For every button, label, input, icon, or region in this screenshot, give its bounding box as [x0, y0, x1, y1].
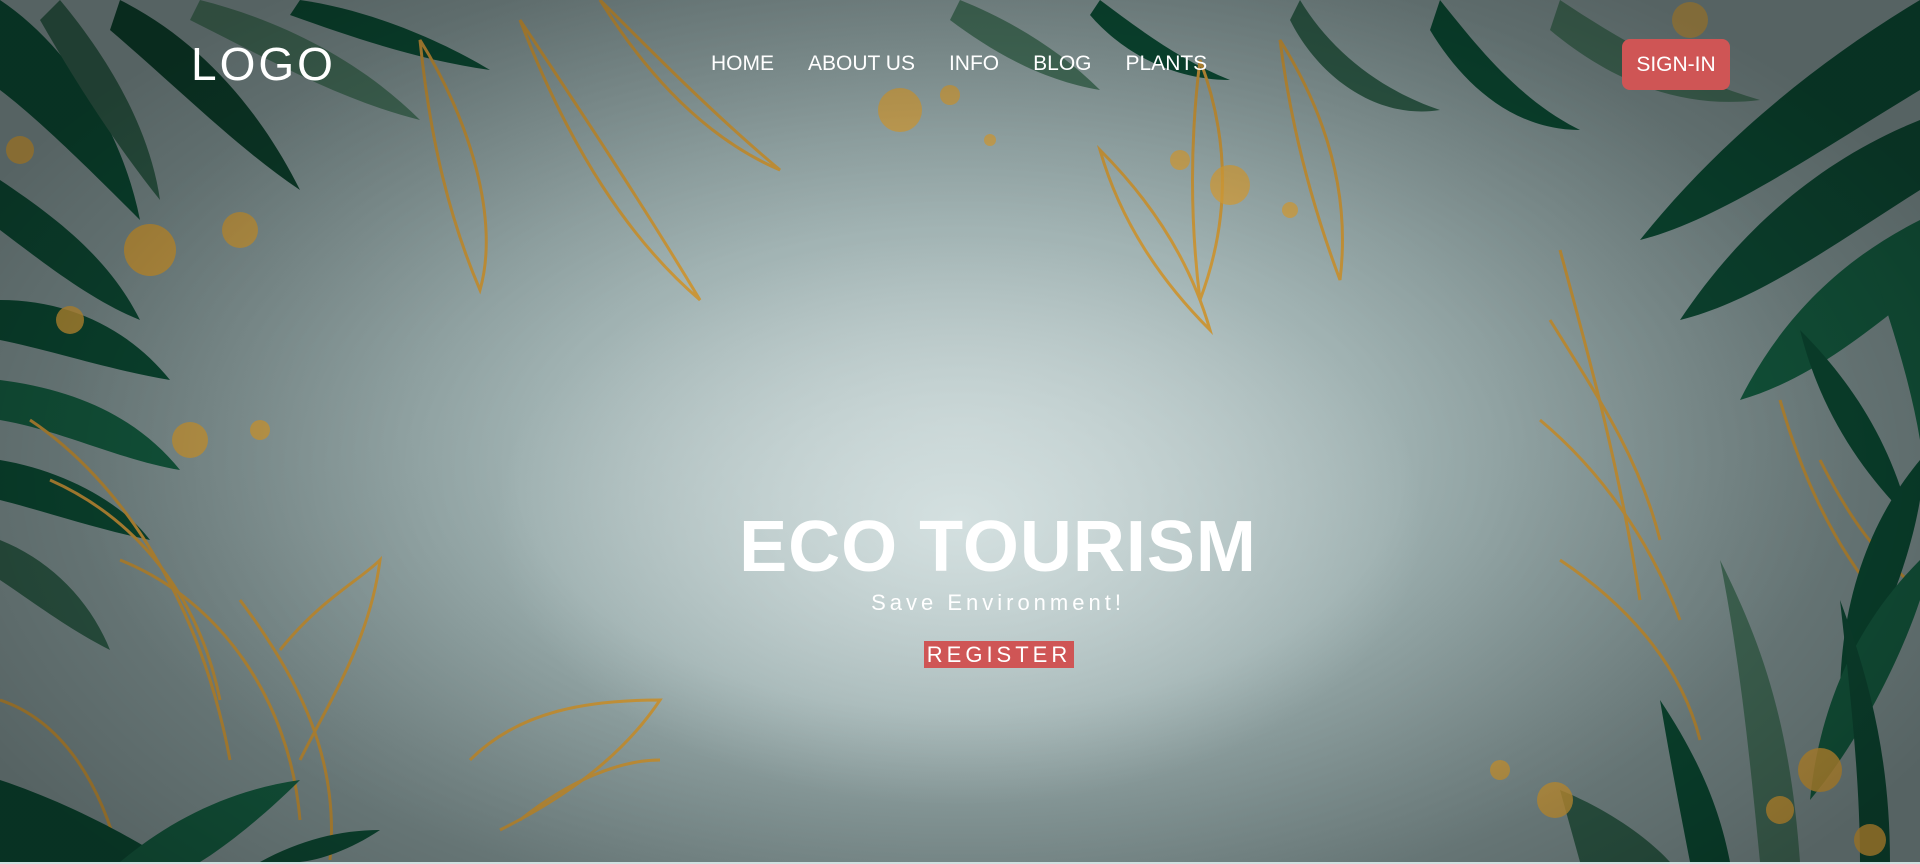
- register-button[interactable]: REGISTER: [924, 641, 1074, 668]
- main-nav: HOME ABOUT US INFO BLOG PLANTS: [711, 50, 1207, 78]
- hero-subtitle: Save Environment!: [871, 590, 1125, 615]
- site-logo[interactable]: LOGO: [191, 38, 336, 90]
- nav-item-info[interactable]: INFO: [949, 50, 999, 78]
- nav-item-plants[interactable]: PLANTS: [1126, 50, 1208, 78]
- top-navbar: LOGO HOME ABOUT US INFO BLOG PLANTS SIGN…: [0, 0, 1920, 130]
- nav-item-home[interactable]: HOME: [711, 50, 774, 78]
- nav-item-about-us[interactable]: ABOUT US: [808, 50, 915, 78]
- hero-title: ECO TOURISM: [739, 507, 1257, 587]
- nav-item-blog[interactable]: BLOG: [1033, 50, 1091, 78]
- sign-in-button[interactable]: SIGN-IN: [1622, 39, 1730, 90]
